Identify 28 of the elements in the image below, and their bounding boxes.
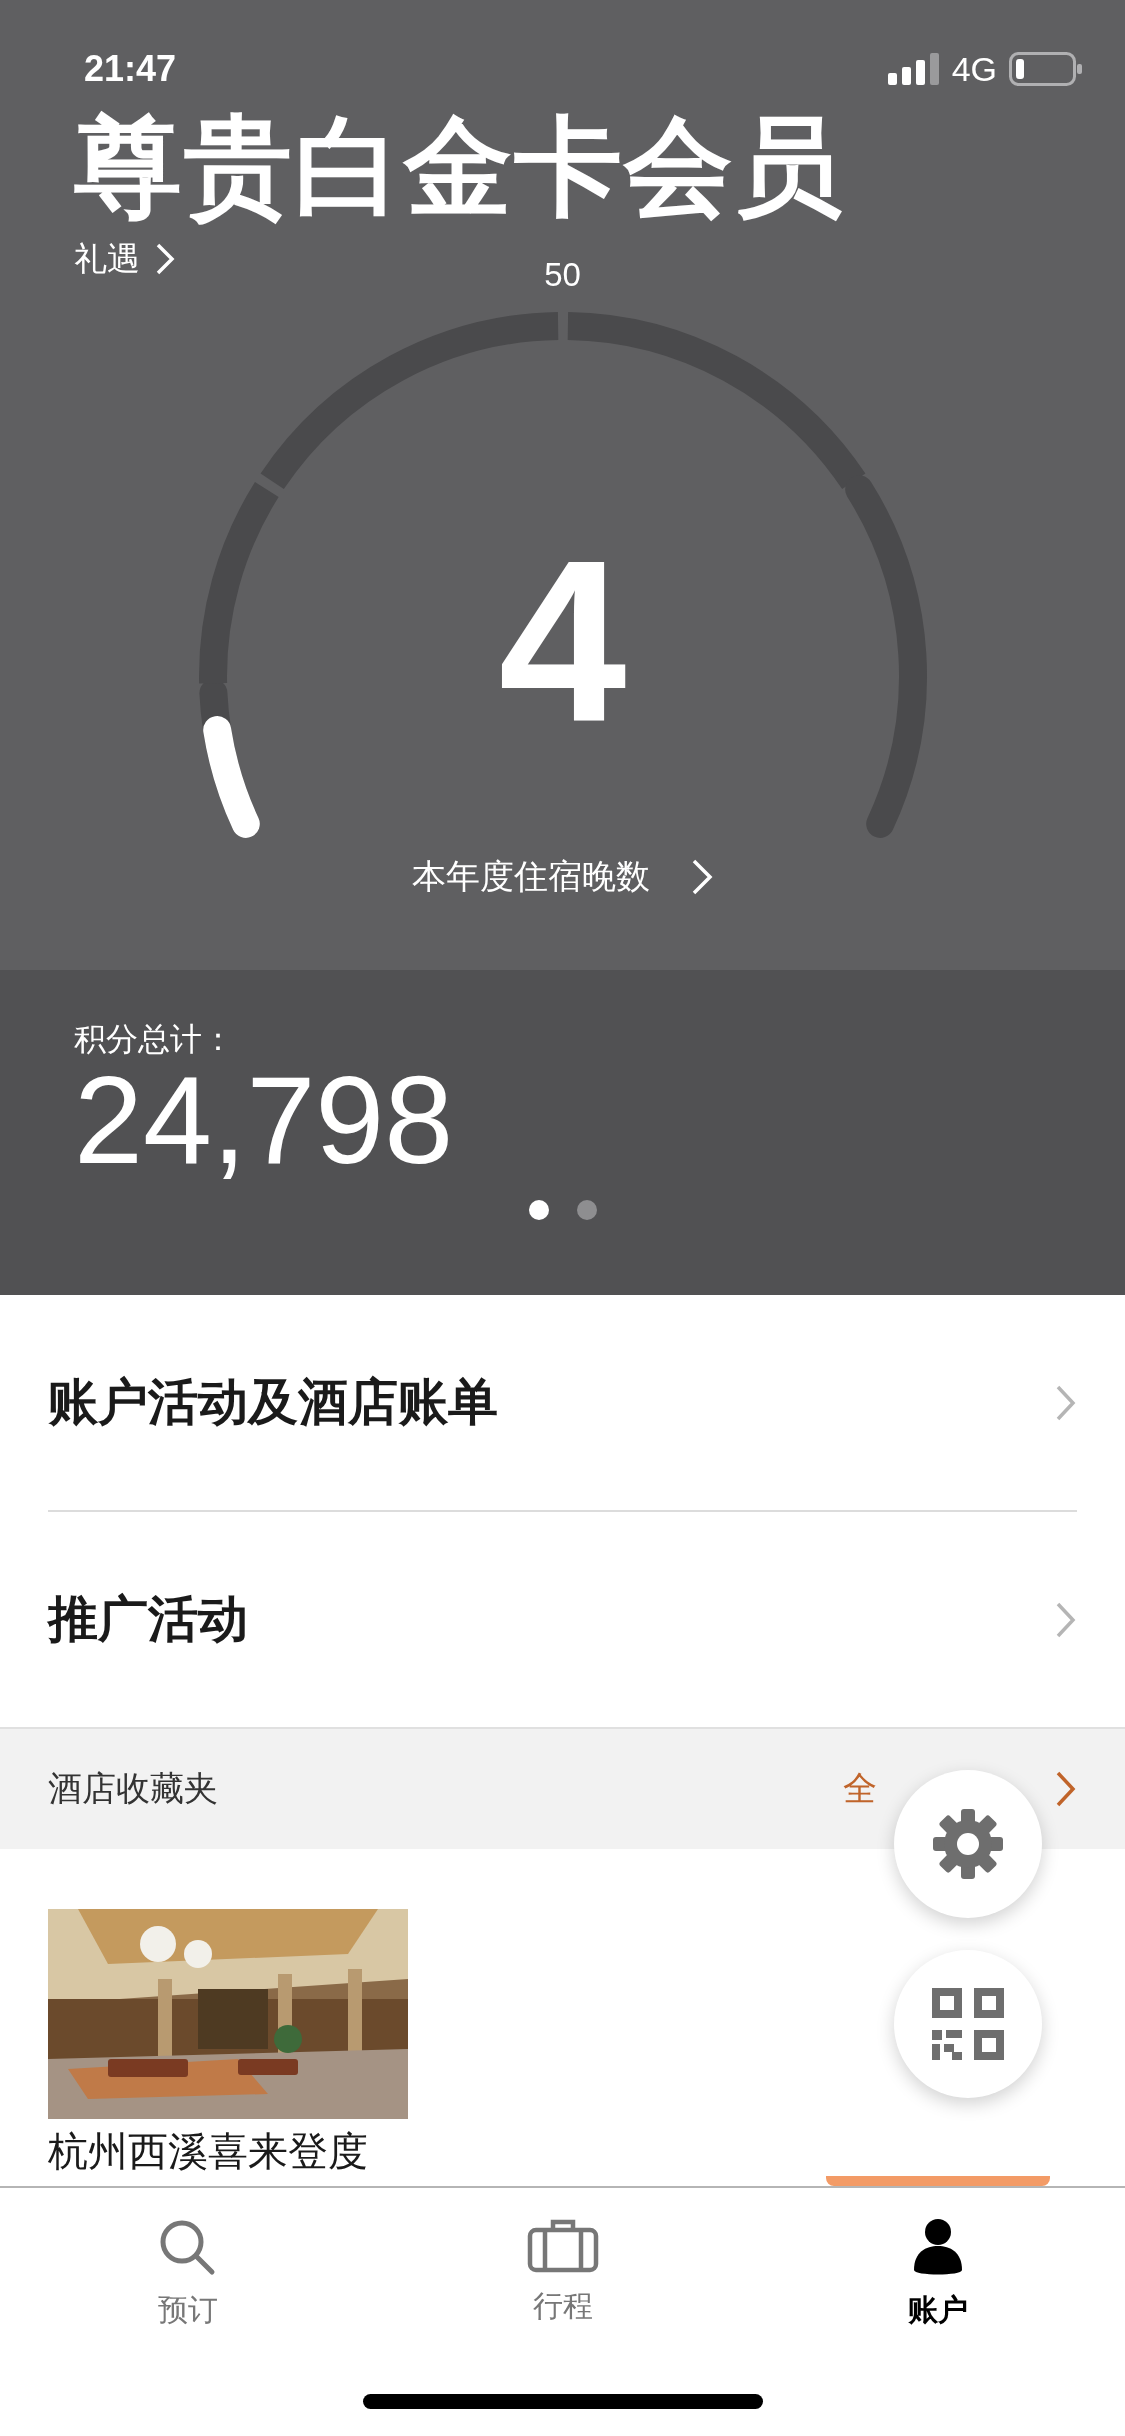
chevron-icon [1055,1770,1077,1808]
section-title: 酒店收藏夹 [48,1768,219,1809]
nights-link[interactable]: 本年度住宿晚数 [411,853,714,900]
nights-value: 4 [498,525,627,756]
tab[interactable]: 预订 [0,2188,375,2436]
chevron-icon [1055,1600,1077,1639]
tab[interactable]: 账户 [750,2188,1125,2436]
show-all-link[interactable]: 全 [843,1766,877,1812]
page-dot[interactable] [576,1200,597,1220]
signal-icon [887,53,940,85]
tier-title: 尊贵白金卡会员 [74,108,845,227]
tab[interactable]: 行程 [375,2188,750,2436]
status-time: 21:47 [84,48,177,90]
page-dot[interactable] [528,1200,549,1220]
hotel-name[interactable]: 杭州西溪喜来登度 [48,2129,408,2173]
points-label: 积分总计： [74,1020,235,1059]
benefits-link[interactable]: 礼遇 [74,236,176,282]
suitcase-icon [526,2218,599,2274]
gauge-max-label: 50 [544,255,581,294]
menu-row[interactable]: 推广活动 [48,1512,1077,1727]
qr-code-icon [932,1988,1004,2060]
battery-icon [1009,52,1083,86]
points-total: 24,798 [74,1058,454,1182]
chevron-icon [1055,1383,1077,1422]
menu-row[interactable]: 账户活动及酒店账单 [48,1295,1077,1510]
network-label: 4G [951,49,997,89]
gear-icon [932,1808,1004,1880]
chevron-icon [154,242,176,277]
